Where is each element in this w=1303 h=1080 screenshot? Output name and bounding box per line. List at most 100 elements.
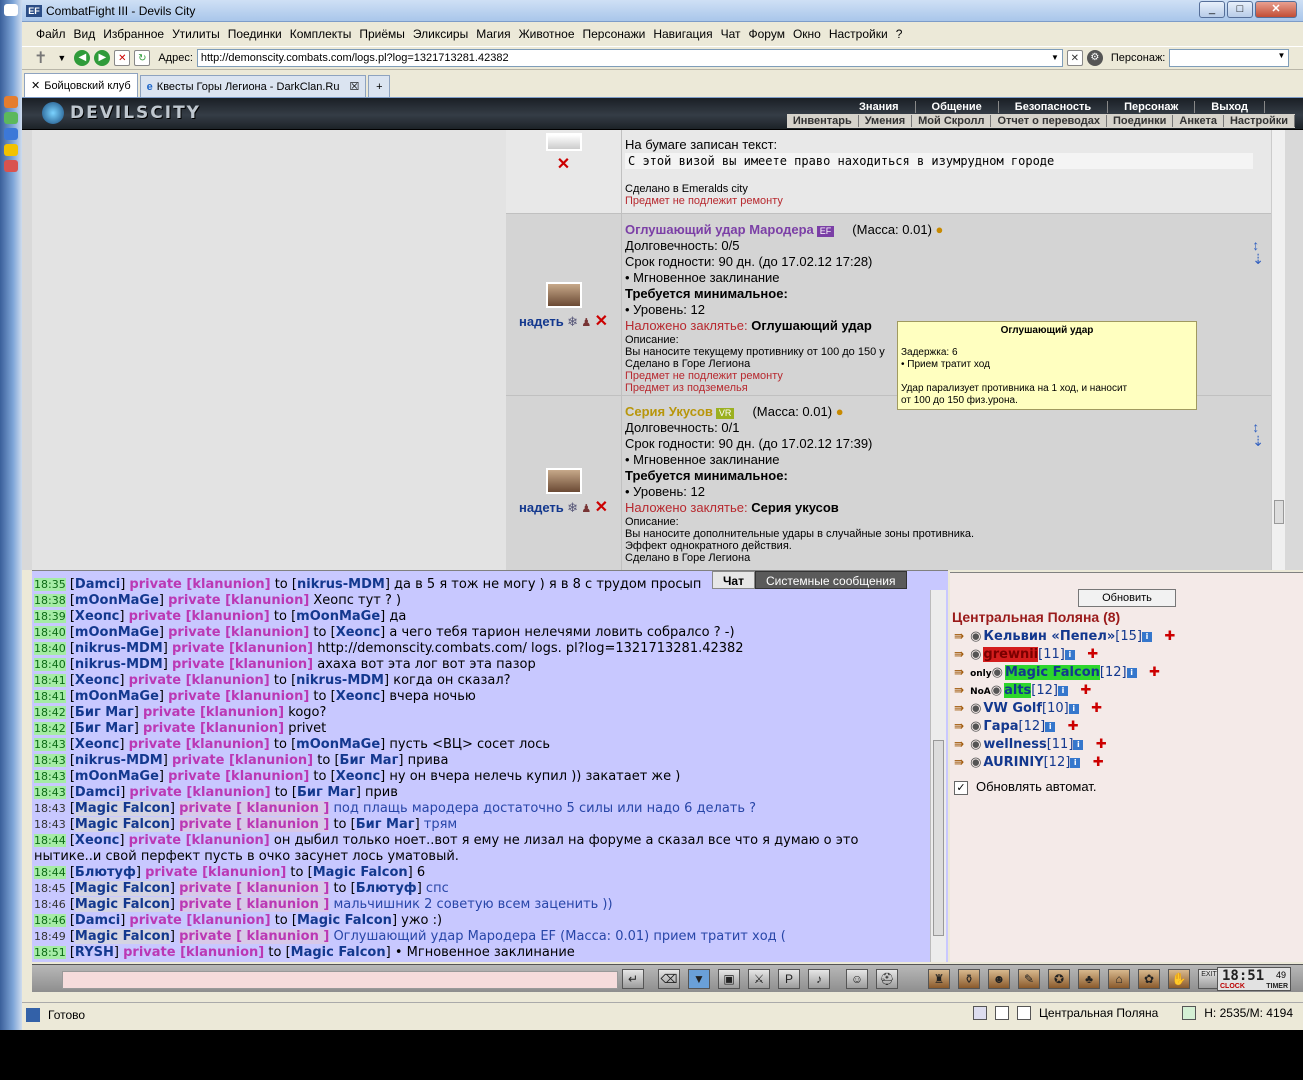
chat-time[interactable]: 18:40 bbox=[34, 626, 66, 639]
menu-item[interactable]: Чат bbox=[721, 27, 741, 41]
add-friend-icon[interactable]: ✚ bbox=[1063, 719, 1079, 734]
doc-icon[interactable] bbox=[995, 1006, 1010, 1020]
top-nav-link[interactable]: Знания bbox=[843, 101, 916, 113]
chat-private-tag[interactable]: private [klanunion] bbox=[123, 945, 264, 960]
chat-scrollbar[interactable] bbox=[930, 590, 946, 962]
chat-recipient[interactable]: Биг Маг bbox=[356, 817, 415, 832]
skills-icon[interactable]: ✪ bbox=[1048, 969, 1070, 989]
close-tab-icon[interactable]: ✕ bbox=[31, 79, 40, 92]
chat-sender[interactable]: Magic Falcon bbox=[74, 817, 170, 832]
tab-quests[interactable]: e Квесты Горы Легиона - DarkClan.Ru ☒ bbox=[139, 75, 367, 97]
menu-item[interactable]: ? bbox=[896, 27, 903, 41]
chat-time[interactable]: 18:49 bbox=[34, 930, 66, 943]
top-nav-link[interactable]: Персонаж bbox=[1108, 101, 1196, 113]
chat-sender[interactable]: RYSH bbox=[75, 945, 114, 960]
chat-recipient[interactable]: nikrus-MDM bbox=[297, 577, 385, 592]
close-tab-icon[interactable]: ☒ bbox=[350, 80, 360, 93]
chat-time[interactable]: 18:43 bbox=[34, 802, 66, 815]
chat-time[interactable]: 18:40 bbox=[34, 642, 66, 655]
close-button[interactable]: ✕ bbox=[1255, 1, 1297, 18]
auto-refresh-checkbox[interactable]: ✓ Обновлять автомат. bbox=[954, 779, 1096, 795]
item-name[interactable]: Серия Укусов bbox=[625, 404, 713, 419]
eraser-icon[interactable]: ⌫ bbox=[658, 969, 680, 989]
player-name[interactable]: Magic Falcon bbox=[1004, 665, 1100, 680]
top-nav-link[interactable]: Безопасность bbox=[999, 101, 1109, 113]
add-friend-icon[interactable]: ✚ bbox=[1076, 683, 1091, 698]
player-name[interactable]: Кельвин «Пепел» bbox=[983, 629, 1115, 644]
menu-item[interactable]: Окно bbox=[793, 27, 821, 41]
chat-sender[interactable]: Damci bbox=[75, 785, 120, 800]
wear-button[interactable]: надеть bbox=[519, 314, 564, 329]
menu-item[interactable]: Поединки bbox=[228, 27, 282, 41]
chat-private-tag[interactable]: private [ klanunion ] bbox=[179, 801, 330, 816]
chat-sender[interactable]: Хеопс bbox=[75, 737, 119, 752]
updown-arrow-icon[interactable]: ↕ ⇣ bbox=[1252, 238, 1264, 266]
helmet-icon[interactable]: ⛑ bbox=[876, 969, 898, 989]
shirt-icon[interactable]: ♟ bbox=[581, 317, 591, 329]
fight-icon[interactable]: ⚔ bbox=[748, 969, 770, 989]
sub-nav-link[interactable]: Инвентарь bbox=[787, 115, 859, 127]
chat-time[interactable]: 18:42 bbox=[34, 706, 66, 719]
private-arrow-icon[interactable]: ⇛ bbox=[954, 701, 964, 715]
private-arrow-icon[interactable]: ⇛ bbox=[954, 683, 964, 697]
chat-sender[interactable]: Magic Falcon bbox=[74, 801, 170, 816]
inventory-scrollbar[interactable] bbox=[1271, 130, 1285, 570]
refresh-icon[interactable] bbox=[1182, 1006, 1197, 1020]
private-arrow-icon[interactable]: ⇛ bbox=[954, 755, 964, 769]
chat-private-tag[interactable]: private [klanunion] bbox=[129, 577, 270, 592]
player-name[interactable]: alts bbox=[1004, 683, 1032, 698]
info-icon[interactable]: i bbox=[1068, 703, 1079, 714]
chat-sender[interactable]: nikrus-MDM bbox=[75, 753, 163, 768]
address-input[interactable]: http://demonscity.combats.com/logs.pl?lo… bbox=[196, 49, 1063, 67]
menu-item[interactable]: Вид bbox=[74, 27, 96, 41]
chat-time[interactable]: 18:41 bbox=[34, 674, 66, 687]
save-icon[interactable]: ▣ bbox=[718, 969, 740, 989]
info-icon[interactable]: i bbox=[1070, 757, 1081, 768]
chat-recipient[interactable]: Magic Falcon bbox=[291, 945, 386, 960]
delete-icon[interactable]: ✕ bbox=[595, 499, 608, 516]
chat-time[interactable]: 18:51 bbox=[34, 946, 66, 959]
info-icon[interactable]: i bbox=[1045, 721, 1056, 732]
settings-icon[interactable]: ⚙ bbox=[1086, 50, 1103, 66]
refresh-button[interactable]: Обновить bbox=[1078, 589, 1176, 607]
chat-time[interactable]: 18:43 bbox=[34, 786, 66, 799]
chat-sender[interactable]: Хеопс bbox=[75, 609, 119, 624]
chat-time[interactable]: 18:43 bbox=[34, 738, 66, 751]
chat-time[interactable]: 18:44 bbox=[34, 834, 66, 847]
paw-icon[interactable]: ✿ bbox=[1138, 969, 1160, 989]
stop-icon[interactable]: ✕ bbox=[114, 50, 131, 66]
chat-private-tag[interactable]: private [klanunion] bbox=[129, 913, 270, 928]
chat-recipient[interactable]: Биг Маг bbox=[297, 785, 356, 800]
chat-time[interactable]: 18:39 bbox=[34, 610, 66, 623]
chat-time[interactable]: 18:46 bbox=[34, 898, 66, 911]
menu-item[interactable]: Форум bbox=[749, 27, 785, 41]
forward-icon[interactable]: ▶ bbox=[94, 50, 111, 66]
chat-time[interactable]: 18:44 bbox=[34, 866, 66, 879]
taskbar-icon[interactable] bbox=[4, 96, 18, 108]
private-arrow-icon[interactable]: ⇛ bbox=[954, 647, 964, 661]
chat-time[interactable]: 18:46 bbox=[34, 914, 66, 927]
filter-icon[interactable]: ▼ bbox=[688, 969, 710, 989]
chat-time[interactable]: 18:42 bbox=[34, 722, 66, 735]
sub-nav-link[interactable]: Анкета bbox=[1173, 115, 1224, 127]
potion-icon[interactable]: ⚱ bbox=[958, 969, 980, 989]
chat-sender[interactable]: mOonMaGe bbox=[75, 769, 159, 784]
chat-recipient[interactable]: mOonMaGe bbox=[296, 609, 380, 624]
chat-private-tag[interactable]: private [ klanunion ] bbox=[179, 881, 330, 896]
chat-private-tag[interactable]: private [klanunion] bbox=[143, 705, 284, 720]
chat-private-tag[interactable]: private [klanunion] bbox=[129, 737, 270, 752]
chat-sender[interactable]: Хеопс bbox=[75, 673, 119, 688]
chat-time[interactable]: 18:38 bbox=[34, 594, 66, 607]
chat-sender[interactable]: mOonMaGe bbox=[75, 593, 159, 608]
chat-recipient[interactable]: Magic Falcon bbox=[313, 865, 408, 880]
chat-time[interactable]: 18:43 bbox=[34, 770, 66, 783]
add-friend-icon[interactable]: ✚ bbox=[1160, 629, 1175, 644]
chat-recipient[interactable]: Хеопс bbox=[336, 689, 380, 704]
chat-sender[interactable]: Magic Falcon bbox=[74, 897, 170, 912]
chat-private-tag[interactable]: private [klanunion] bbox=[168, 769, 309, 784]
sub-nav-link[interactable]: Мой Скролл bbox=[912, 115, 992, 127]
taskbar-icon[interactable] bbox=[4, 112, 18, 124]
dropdown-icon[interactable]: ▼ bbox=[57, 53, 66, 63]
chat-time[interactable]: 18:45 bbox=[34, 882, 66, 895]
chat-recipient[interactable]: nikrus-MDM bbox=[296, 673, 384, 688]
